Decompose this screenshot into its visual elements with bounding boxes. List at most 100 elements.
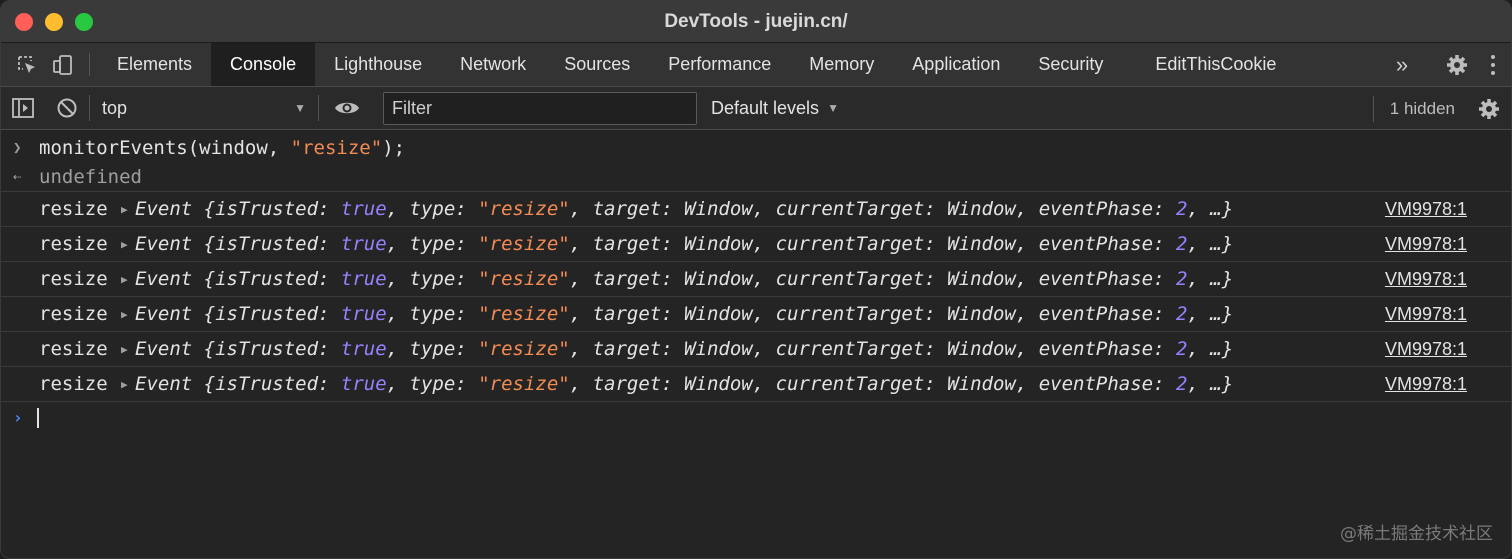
tab-memory[interactable]: Memory [790,43,893,86]
command-end: ); [382,136,406,159]
command-fn: monitorEvents(window, [39,136,291,159]
obj-suffix: , …} [1187,198,1234,220]
more-tabs-button[interactable]: » [1382,52,1422,78]
tab-application[interactable]: Application [893,43,1019,86]
obj-phase: 2 [1175,303,1188,325]
result-line: ⇠ undefined [1,162,1511,191]
log-levels-label: Default levels [711,97,820,118]
obj-type-key: , type: [386,233,479,255]
log-label: resize [39,268,108,290]
obj-type-val: "resize" [478,373,570,395]
obj-rest: , target: Window, currentTarget: Window,… [569,268,1176,290]
console-toolbar: top ▼ Default levels ▼ 1 hidden [1,87,1511,130]
watermark: @稀土掘金技术社区 [1340,524,1493,544]
tab-lighthouse[interactable]: Lighthouse [315,43,441,86]
tab-network[interactable]: Network [441,43,545,86]
obj-type-key: , type: [386,303,479,325]
log-row: resize ▶ Event {isTrusted: true, type: "… [1,296,1511,331]
event-object-preview[interactable]: Event {isTrusted: true, type: "resize", … [135,198,1233,220]
tab-security[interactable]: Security [1019,43,1122,86]
source-link[interactable]: VM9978:1 [1385,199,1467,220]
context-selector[interactable]: top ▼ [90,87,318,130]
tab-bar: Elements Console Lighthouse Network Sour… [1,43,1511,87]
live-expression-eye-icon[interactable] [319,87,375,130]
expand-triangle-icon[interactable]: ▶ [121,378,135,391]
console-output: ❯ monitorEvents(window, "resize"); ⇠ und… [1,131,1511,558]
obj-rest: , target: Window, currentTarget: Window,… [569,303,1176,325]
expand-triangle-icon[interactable]: ▶ [121,238,135,251]
log-row: resize ▶ Event {isTrusted: true, type: "… [1,191,1511,226]
inspect-element-icon[interactable] [9,43,45,86]
log-row: resize ▶ Event {isTrusted: true, type: "… [1,331,1511,366]
expand-triangle-icon[interactable]: ▶ [121,273,135,286]
obj-type-val: "resize" [478,338,570,360]
obj-suffix: , …} [1187,268,1234,290]
log-label: resize [39,198,108,220]
source-link[interactable]: VM9978:1 [1385,234,1467,255]
log-levels-dropdown[interactable]: Default levels ▼ [711,98,839,119]
hidden-messages-count[interactable]: 1 hidden [1374,99,1467,119]
obj-phase: 2 [1175,373,1188,395]
log-list: resize ▶ Event {isTrusted: true, type: "… [1,191,1511,401]
tab-sources[interactable]: Sources [545,43,649,86]
log-row: resize ▶ Event {isTrusted: true, type: "… [1,366,1511,401]
log-row: resize ▶ Event {isTrusted: true, type: "… [1,261,1511,296]
obj-prefix: Event {isTrusted: [135,233,341,255]
devtools-window: DevTools - juejin.cn/ Elements Console L… [0,0,1512,559]
tab-elements[interactable]: Elements [98,43,211,86]
tab-console[interactable]: Console [211,43,316,86]
tab-bar-actions: » [1382,43,1511,87]
log-label: resize [39,373,108,395]
tab-performance[interactable]: Performance [649,43,790,86]
obj-prefix: Event {isTrusted: [135,268,341,290]
obj-rest: , target: Window, currentTarget: Window,… [569,198,1176,220]
obj-trusted: true [340,198,387,220]
text-cursor [37,407,39,428]
settings-gear-icon[interactable] [1439,53,1475,77]
obj-trusted: true [340,373,387,395]
obj-prefix: Event {isTrusted: [135,303,341,325]
expand-triangle-icon[interactable]: ▶ [121,343,135,356]
return-arrow-icon: ⇠ [13,168,22,185]
divider [89,53,90,76]
event-object-preview[interactable]: Event {isTrusted: true, type: "resize", … [135,303,1233,325]
source-link[interactable]: VM9978:1 [1385,304,1467,325]
sidebar-toggle-icon[interactable] [1,87,45,130]
event-object-preview[interactable]: Event {isTrusted: true, type: "resize", … [135,233,1233,255]
command-arg: "resize" [290,136,383,159]
obj-trusted: true [340,338,387,360]
obj-prefix: Event {isTrusted: [135,373,341,395]
log-row: resize ▶ Event {isTrusted: true, type: "… [1,226,1511,261]
expand-triangle-icon[interactable]: ▶ [121,203,135,216]
device-toolbar-icon[interactable] [45,43,81,86]
window-title: DevTools - juejin.cn/ [664,11,848,32]
filter-input[interactable] [383,91,697,125]
log-label: resize [39,338,108,360]
event-object-preview[interactable]: Event {isTrusted: true, type: "resize", … [135,338,1233,360]
event-object-preview[interactable]: Event {isTrusted: true, type: "resize", … [135,268,1233,290]
obj-type-key: , type: [386,338,479,360]
obj-trusted: true [340,268,387,290]
chevron-right-icon: ❯ [13,139,22,156]
obj-type-val: "resize" [478,268,570,290]
log-label: resize [39,233,108,255]
context-value: top [102,97,128,118]
obj-suffix: , …} [1187,373,1234,395]
console-prompt-input[interactable]: › [1,401,1511,433]
title-bar: DevTools - juejin.cn/ [1,1,1511,43]
event-object-preview[interactable]: Event {isTrusted: true, type: "resize", … [135,373,1233,395]
expand-triangle-icon[interactable]: ▶ [121,308,135,321]
source-link[interactable]: VM9978:1 [1385,269,1467,290]
clear-console-icon[interactable] [45,87,89,130]
obj-type-key: , type: [386,198,479,220]
tab-editthiscookie[interactable]: EditThisCookie [1136,43,1295,86]
obj-prefix: Event {isTrusted: [135,338,341,360]
obj-phase: 2 [1175,233,1188,255]
obj-suffix: , …} [1187,303,1234,325]
kebab-menu-icon[interactable] [1475,54,1511,76]
obj-phase: 2 [1175,338,1188,360]
source-link[interactable]: VM9978:1 [1385,339,1467,360]
source-link[interactable]: VM9978:1 [1385,374,1467,395]
console-settings-gear-icon[interactable] [1467,87,1511,130]
obj-rest: , target: Window, currentTarget: Window,… [569,338,1176,360]
